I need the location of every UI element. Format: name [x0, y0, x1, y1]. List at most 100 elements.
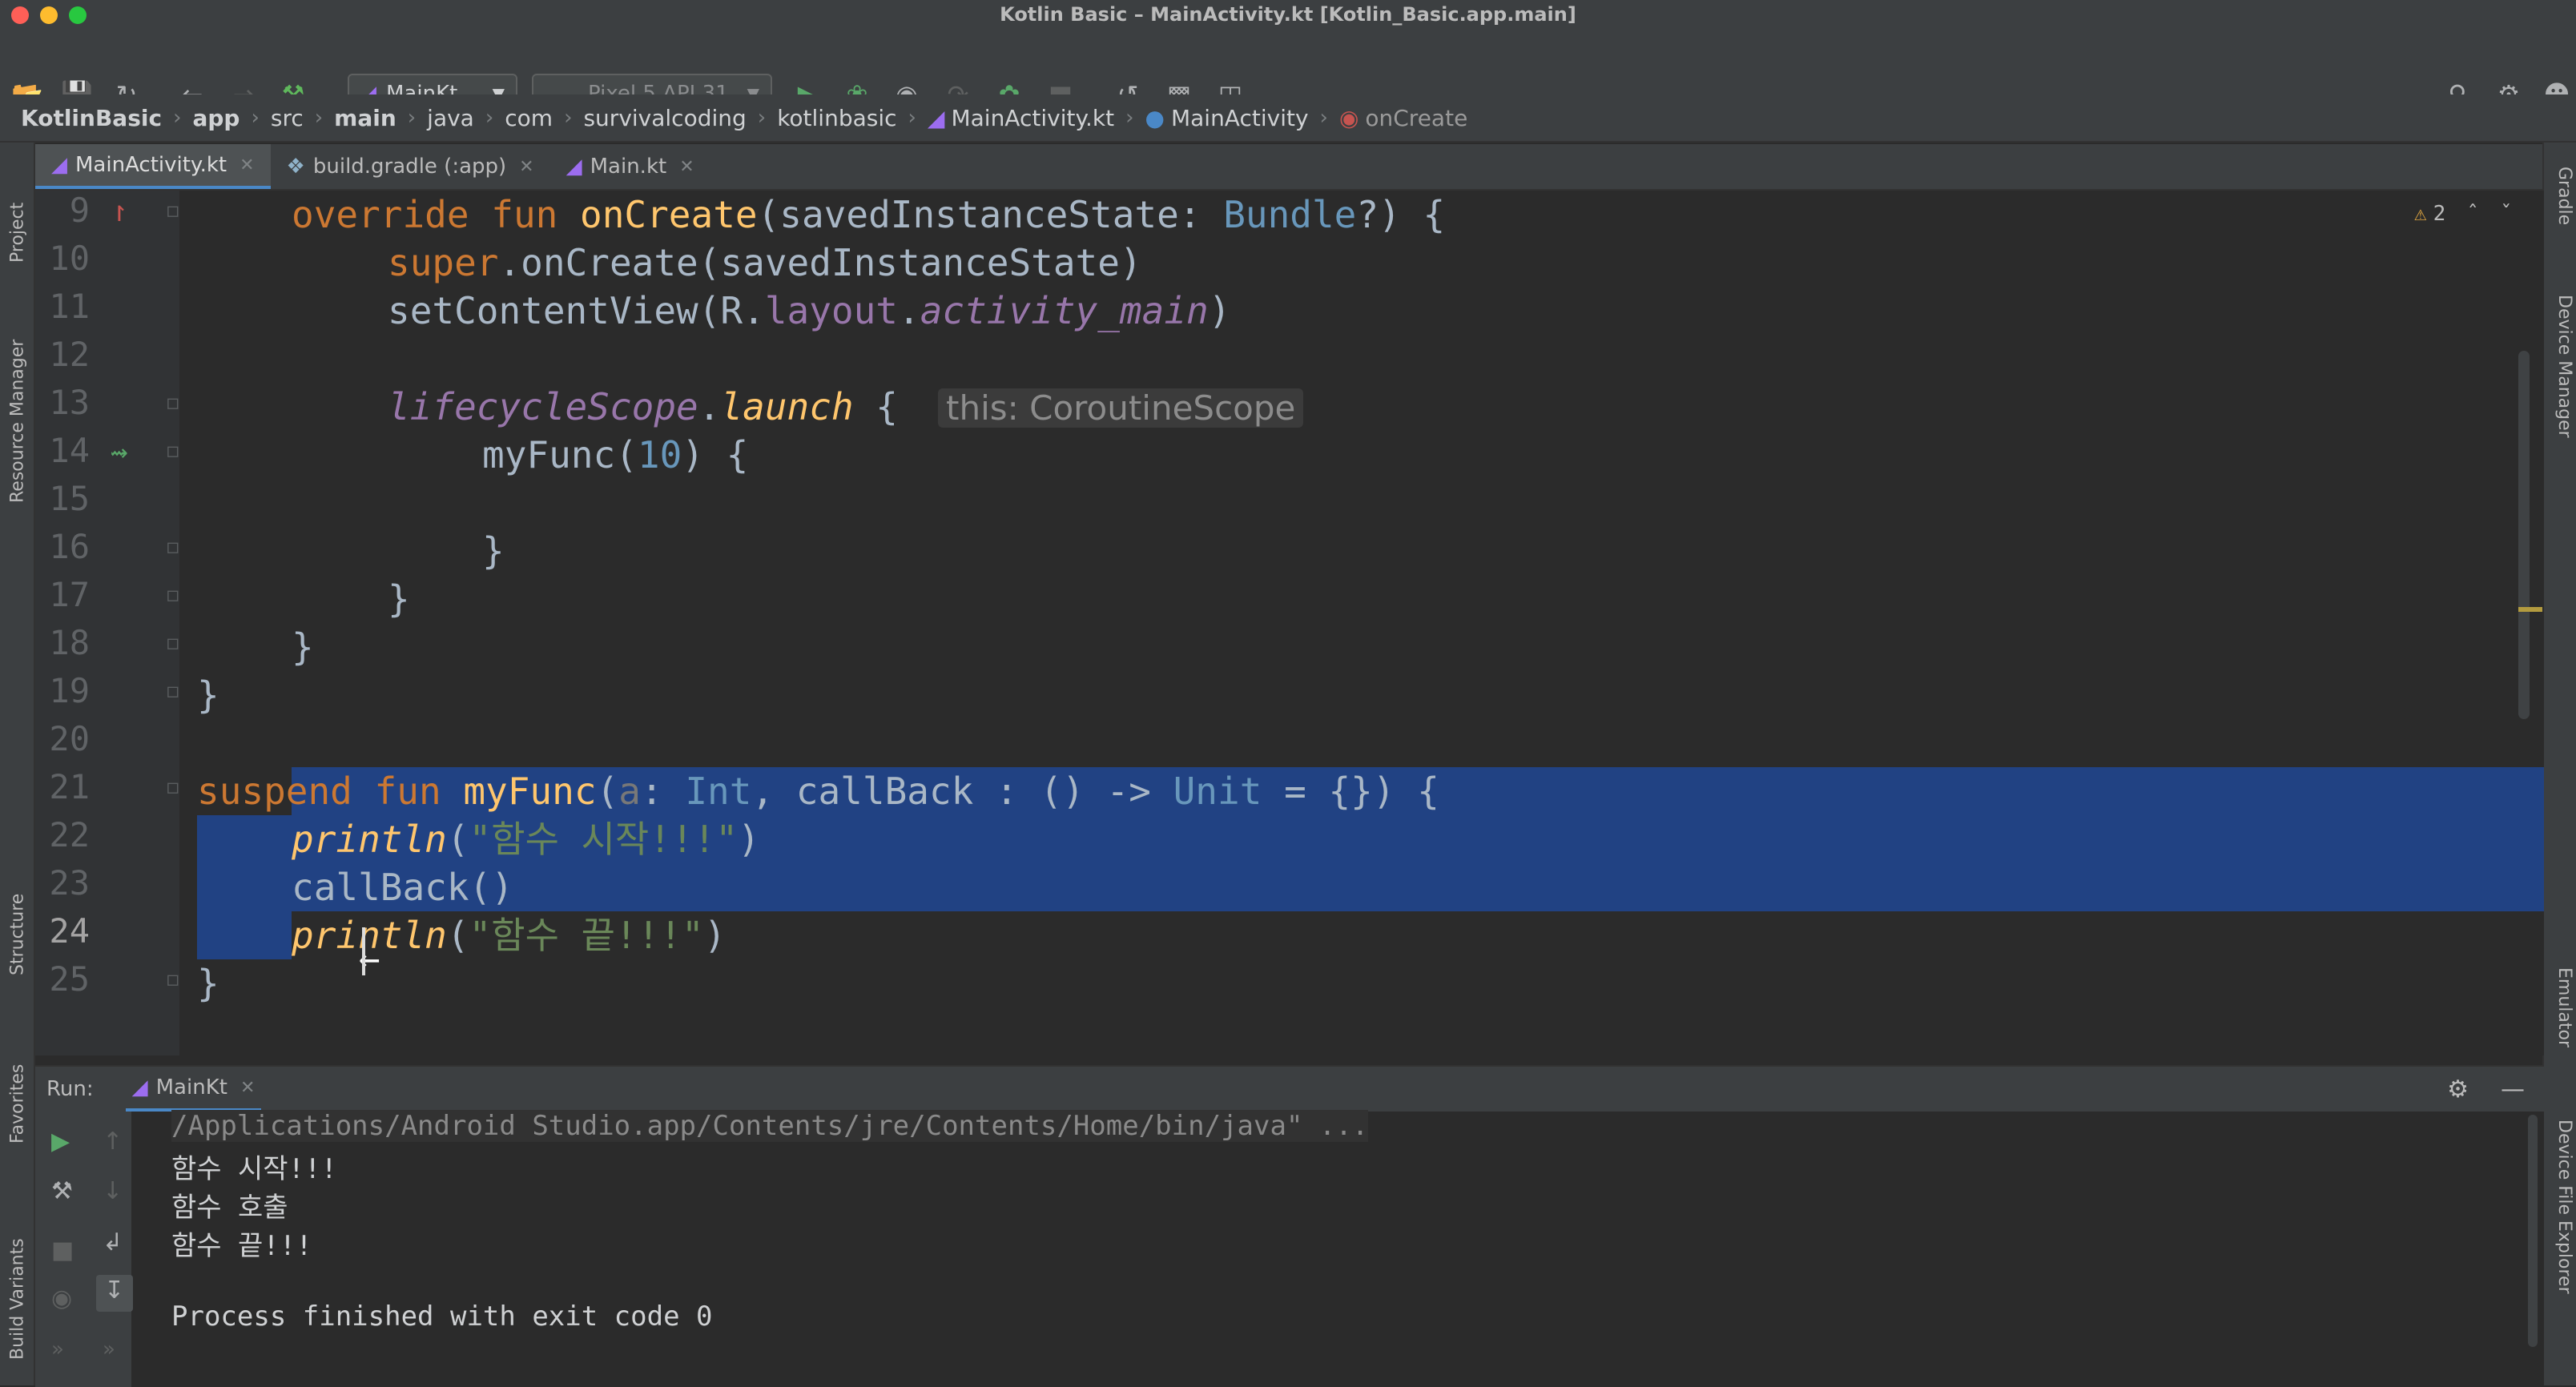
breadcrumb-module[interactable]: app: [192, 105, 239, 131]
minimize-window-button[interactable]: [40, 6, 58, 24]
selection-highlight: [197, 911, 292, 959]
arrow-up-icon[interactable]: ↑: [103, 1128, 123, 1156]
emulator-tool-button[interactable]: Emulator: [2547, 967, 2574, 1087]
device-manager-tool-button[interactable]: Device Manager: [2547, 295, 2574, 471]
breadcrumb-class[interactable]: ● MainActivity: [1145, 105, 1309, 131]
console-exit-line: Process finished with exit code 0: [171, 1301, 713, 1333]
soft-wrap-icon[interactable]: ↲: [103, 1228, 123, 1256]
line-number: 12: [49, 335, 90, 374]
scroll-to-end-icon: ↧: [104, 1276, 125, 1305]
code-editor[interactable]: 9 10 11 12 13 14 15 16 17 18 19 20 21 22…: [35, 191, 2544, 1055]
code-line-23: callBack(): [292, 866, 513, 909]
run-panel-header: Run: ◢ MainKt ✕ ⚙ —: [35, 1067, 2544, 1112]
method-icon: ◉: [1338, 104, 1359, 131]
line-number: 18: [49, 623, 90, 662]
zoom-window-button[interactable]: [69, 6, 87, 24]
run-panel-label: Run:: [46, 1077, 94, 1101]
right-tool-strip: Gradle Device Manager Emulator Device Fi…: [2542, 143, 2576, 1385]
left-tool-strip: Project Resource Manager Structure Favor…: [0, 143, 35, 1385]
run-panel-toolbar: ▶ ↑ ⚒ ↓ ↲ ■ ↧ ◉ » »: [35, 1112, 133, 1387]
rerun-icon[interactable]: ▶: [51, 1128, 70, 1156]
override-icon[interactable]: ↾: [111, 195, 128, 228]
fold-icon[interactable]: ◻: [167, 583, 179, 607]
close-tab-icon[interactable]: ✕: [519, 157, 533, 177]
minimize-icon[interactable]: —: [2501, 1075, 2525, 1104]
close-tab-icon[interactable]: ✕: [679, 157, 694, 177]
code-line-16: }: [482, 529, 505, 573]
warning-marker[interactable]: [2518, 607, 2542, 612]
build-variants-tool-button[interactable]: Build Variants: [3, 1184, 32, 1360]
chevron-up-icon[interactable]: ˆ: [2466, 202, 2479, 226]
breadcrumb-package-survivalcoding[interactable]: survivalcoding: [583, 105, 746, 131]
code-line-10: super.onCreate(savedInstanceState): [388, 241, 1142, 284]
line-number: 11: [49, 287, 90, 326]
code-line-18: }: [292, 625, 314, 669]
breadcrumb-main[interactable]: main: [334, 105, 396, 131]
more-icon[interactable]: »: [103, 1337, 115, 1361]
fold-icon[interactable]: ◻: [167, 535, 179, 559]
console-output-line: 함수 호출: [171, 1192, 288, 1224]
breadcrumb: KotlinBasic › app › src › main › java › com › …: [0, 94, 2576, 143]
gear-icon[interactable]: ⚙: [2447, 1075, 2469, 1104]
console-command-line: /Applications/Android Studio.app/Content…: [171, 1110, 1369, 1142]
line-number: 25: [49, 959, 90, 999]
line-number: 9: [69, 191, 90, 230]
stop-icon[interactable]: ■: [51, 1236, 74, 1264]
run-panel: Run: ◢ MainKt ✕ ⚙ — ▶ ↑ ⚒ ↓ ↲ ■ ↧ ◉ » » …: [35, 1065, 2544, 1387]
line-number: 13: [49, 383, 90, 422]
suspend-call-icon[interactable]: ⇝: [111, 436, 128, 468]
tab-main-kt[interactable]: ◢ Main.kt ✕: [550, 144, 710, 189]
resource-manager-tool-button[interactable]: Resource Manager: [3, 295, 32, 503]
close-tab-icon[interactable]: ✕: [239, 155, 254, 175]
breadcrumb-java[interactable]: java: [427, 105, 474, 131]
gradle-file-icon: ❖: [286, 155, 305, 179]
breadcrumb-src[interactable]: src: [271, 105, 304, 131]
breadcrumb-method[interactable]: ◉ onCreate: [1339, 105, 1467, 131]
breadcrumb-com[interactable]: com: [505, 105, 553, 131]
breadcrumb-file[interactable]: ◢ MainActivity.kt: [928, 105, 1114, 131]
fold-icon[interactable]: ◻: [167, 439, 179, 463]
console-scrollbar[interactable]: [2528, 1115, 2538, 1347]
inlay-hint: this: CoroutineScope: [938, 388, 1304, 428]
code-line-14: myFunc(10) {: [482, 433, 749, 476]
more-icon[interactable]: »: [51, 1337, 64, 1361]
breadcrumb-package-kotlinbasic[interactable]: kotlinbasic: [777, 105, 896, 131]
fold-icon[interactable]: ◻: [167, 631, 179, 655]
line-number: 16: [49, 527, 90, 566]
close-tab-icon[interactable]: ✕: [240, 1078, 255, 1098]
fold-icon[interactable]: ◻: [167, 679, 179, 703]
class-icon: ●: [1145, 104, 1165, 131]
gradle-tool-button[interactable]: Gradle: [2547, 167, 2574, 255]
arrow-down-icon[interactable]: ↓: [103, 1177, 123, 1205]
camera-icon[interactable]: ◉: [51, 1284, 72, 1313]
mouse-ibeam: [362, 927, 365, 975]
kotlin-icon: ◢: [131, 1075, 148, 1100]
kotlin-file-icon: ◢: [51, 153, 67, 177]
chevron-down-icon[interactable]: ˇ: [2500, 202, 2513, 226]
fold-icon[interactable]: ◻: [167, 775, 179, 799]
fold-icon[interactable]: ◻: [167, 391, 179, 415]
close-window-button[interactable]: [11, 6, 29, 24]
inspection-widget[interactable]: ⚠ 2 ˆ ˇ: [2414, 202, 2513, 226]
structure-tool-button[interactable]: Structure: [3, 855, 32, 975]
line-number: 15: [49, 479, 90, 518]
fold-icon[interactable]: ◻: [167, 967, 179, 991]
device-file-explorer-tool-button[interactable]: Device File Explorer: [2547, 1120, 2574, 1360]
tab-build-gradle[interactable]: ❖ build.gradle (:app) ✕: [271, 144, 550, 189]
run-tab-mainkt[interactable]: ◢ MainKt ✕: [125, 1067, 262, 1112]
fold-icon[interactable]: ◻: [167, 199, 179, 223]
code-line-9: override fun onCreate(savedInstanceState…: [292, 193, 1446, 236]
kotlin-file-icon: ◢: [927, 104, 945, 131]
line-number: 14: [49, 431, 90, 470]
code-line-25: }: [197, 962, 219, 1005]
wrench-icon[interactable]: ⚒: [51, 1177, 73, 1205]
vertical-scrollbar[interactable]: [2518, 351, 2530, 719]
line-number: 23: [49, 863, 90, 903]
line-number: 17: [49, 575, 90, 614]
code-line-11: setContentView(R.layout.activity_main): [388, 289, 1231, 332]
project-tool-button[interactable]: Project: [3, 159, 32, 263]
editor-tabs: ◢ MainActivity.kt ✕ ❖ build.gradle (:app…: [35, 144, 2542, 191]
breadcrumb-project[interactable]: KotlinBasic: [21, 105, 162, 131]
tab-mainactivity[interactable]: ◢ MainActivity.kt ✕: [35, 144, 271, 189]
favorites-tool-button[interactable]: Favorites: [3, 1023, 32, 1144]
